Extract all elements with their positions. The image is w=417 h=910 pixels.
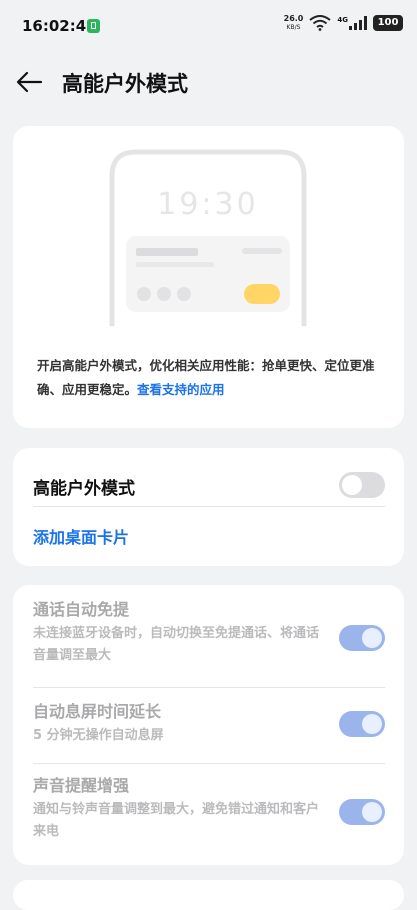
auto-speaker-toggle[interactable] xyxy=(339,625,385,651)
mode-toggle-row[interactable]: 高能户外模式 xyxy=(33,464,385,506)
signal-label: 4G xyxy=(337,16,348,24)
feature-title-auto-speaker: 通话自动免提 xyxy=(33,600,130,619)
header: 高能户外模式 xyxy=(0,58,417,106)
network-speed: 26.0 KB/S xyxy=(284,14,304,32)
network-speed-unit: KB/S xyxy=(286,24,301,31)
next-card-partial xyxy=(13,880,404,910)
network-speed-value: 26.0 xyxy=(283,14,304,23)
feature-desc-sound-boost: 通知与铃声音量调整到最大，避免错过通知和客户来电 xyxy=(33,802,320,839)
sound-boost-toggle[interactable] xyxy=(339,799,385,825)
intro-description: 开启高能户外模式，优化相关应用性能：抢单更快、定位更准确、应用更稳定。查看支持的… xyxy=(37,354,382,402)
status-icons: 26.0 KB/S 4G 100 xyxy=(284,14,403,32)
mode-toggle-switch[interactable] xyxy=(339,472,385,498)
feature-desc-auto-speaker: 未连接蓝牙设备时，自动切换至免提通话、将通话音量调至最大 xyxy=(33,626,320,663)
page-title: 高能户外模式 xyxy=(62,72,188,96)
add-desktop-card-link[interactable]: 添加桌面卡片 xyxy=(33,524,129,548)
arrow-left-icon xyxy=(16,71,43,93)
supported-apps-link[interactable]: 查看支持的应用 xyxy=(137,382,225,397)
feature-title-screen-timeout: 自动息屏时间延长 xyxy=(33,702,162,721)
status-time: 16:02:42 xyxy=(22,17,97,35)
signal-bars-icon xyxy=(349,16,367,30)
feature-title-sound-boost: 声音提醒增强 xyxy=(33,776,130,795)
mode-toggle-label: 高能户外模式 xyxy=(33,479,135,499)
list-item: 自动息屏时间延长 5 分钟无操作自动息屏 xyxy=(33,701,385,747)
illustration-time: 19:30 xyxy=(157,187,258,222)
cellular-signal: 4G xyxy=(337,16,367,30)
screen-timeout-toggle[interactable] xyxy=(339,711,385,737)
list-item: 通话自动免提 未连接蓝牙设备时，自动切换至免提通话、将通话音量调至最大 xyxy=(33,599,385,667)
battery-icon: 100 xyxy=(373,15,403,31)
phone-illustration: 19:30 xyxy=(109,149,307,326)
back-button[interactable] xyxy=(14,66,46,98)
intro-card: 19:30 开启高能户外模式，优化相关应用性能：抢单更快、定位更准确、应用更稳定… xyxy=(13,126,404,428)
mode-settings-card: 高能户外模式 添加桌面卡片 xyxy=(13,448,404,566)
divider xyxy=(33,687,385,688)
feature-desc-screen-timeout: 5 分钟无操作自动息屏 xyxy=(33,728,164,743)
features-card: 通话自动免提 未连接蓝牙设备时，自动切换至免提通话、将通话音量调至最大 自动息屏… xyxy=(13,585,404,865)
status-bar: 16:02:42 26.0 KB/S 4G 100 xyxy=(0,0,417,52)
notification-app-icon xyxy=(87,19,100,33)
wifi-icon xyxy=(309,15,331,31)
divider xyxy=(33,506,385,507)
list-item: 声音提醒增强 通知与铃声音量调整到最大，避免错过通知和客户来电 xyxy=(33,775,385,843)
divider xyxy=(33,763,385,764)
